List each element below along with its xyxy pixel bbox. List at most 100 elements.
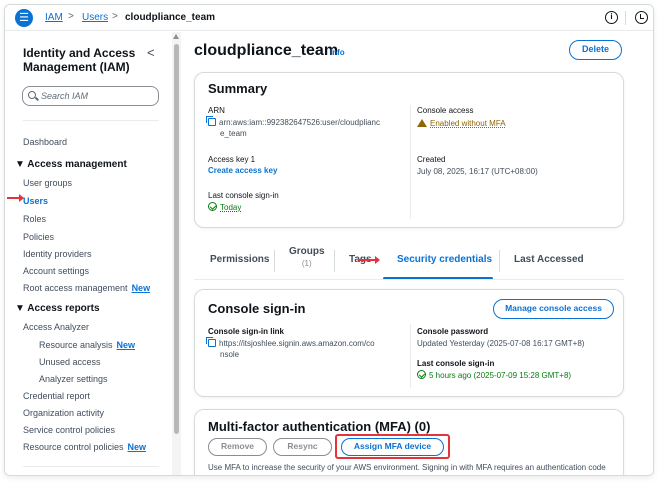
divider [625,11,626,25]
divider [23,466,159,467]
sidebar-item-label: Root access management [23,283,128,293]
sidebar-item-label: Resource control policies [23,442,124,452]
tab-groups-count: (1) [301,259,312,268]
console-password-label: Console password [417,327,489,336]
mfa-heading: Multi-factor authentication (MFA) (0) [208,419,431,434]
main-content: cloudpliance_team Info Delete Summary AR… [183,32,653,475]
breadcrumb-separator: > [112,11,118,22]
summary-panel: Summary ARN arn:aws:iam::992382647526:us… [194,72,624,228]
arn-line1: arn:aws:iam::992382647526:user/cloudplia… [219,118,380,127]
tab-groups-label: Groups [289,246,325,257]
sidebar-title: Identity and Access Management (IAM) [23,46,136,74]
last-signin-value: Today [208,202,241,213]
breadcrumb-users[interactable]: Users [82,12,108,23]
copy-icon[interactable] [206,116,216,126]
search-placeholder: Search IAM [41,91,89,101]
tab-bar: Permissions Groups (1) Tags Security cre… [194,242,624,280]
breadcrumb-iam[interactable]: IAM [45,12,63,23]
tab-groups[interactable]: Groups (1) [289,246,325,268]
remove-button[interactable]: Remove [208,438,267,456]
scrollbar-thumb[interactable] [174,44,179,434]
top-navigation-bar: ☰ IAM > Users > cloudpliance_team i [5,5,653,31]
success-icon [208,202,217,211]
copy-icon[interactable] [206,337,216,347]
info-link[interactable]: Info [330,48,345,57]
console-access-label: Console access [417,106,474,115]
sidebar-item-resource-analysis[interactable]: Resource analysis New [39,340,135,350]
sidebar-item-unused-access[interactable]: Unused access [39,357,101,367]
sidebar-item-label: Resource analysis [39,340,113,350]
tab-permissions[interactable]: Permissions [210,254,269,265]
last-console-signin-label: Last console sign-in [417,359,495,368]
assign-mfa-device-button[interactable]: Assign MFA device [341,438,444,456]
delete-button[interactable]: Delete [569,40,622,60]
last-console-signin-value: 5 hours ago (2025-07-09 15:28 GMT+8) [417,370,571,381]
signin-link-value: https://itsjoshlee.signin.aws.amazon.com… [206,337,408,360]
signin-link-line2: nsole [220,350,240,359]
search-input[interactable]: Search IAM [22,86,159,106]
tab-security-credentials[interactable]: Security credentials [397,254,492,265]
console-password-value: Updated Yesterday (2025-07-08 16:17 GMT+… [417,339,585,348]
info-icon[interactable]: i [605,11,618,24]
last-console-signin-text: 5 hours ago (2025-07-09 15:28 GMT+8) [429,371,572,380]
sidebar-item-user-groups[interactable]: User groups [23,178,72,188]
divider [23,120,159,121]
manage-console-access-button[interactable]: Manage console access [493,299,614,319]
sidebar-item-analyzer-settings[interactable]: Analyzer settings [39,374,108,384]
sidebar-item-credential-report[interactable]: Credential report [23,391,90,401]
menu-icon[interactable]: ☰ [15,9,33,27]
breadcrumb-separator: > [68,11,74,22]
scroll-up-icon[interactable] [173,34,179,39]
page-title: cloudpliance_team [194,42,339,59]
new-badge: New [127,442,147,452]
console-signin-panel: Console sign-in Manage console access Co… [194,289,624,397]
sidebar-item-access-analyzer[interactable]: Access Analyzer [23,322,89,332]
sidebar-item-policies[interactable]: Policies [23,232,54,242]
breadcrumb-current: cloudpliance_team [125,12,216,23]
sidebar-section-access-management[interactable]: ▼ Access management [15,159,127,170]
sidebar-item-root-access-management[interactable]: Root access management New [23,283,150,293]
sidebar-item-service-control-policies[interactable]: Service control policies [23,425,115,435]
sidebar-item-users[interactable]: Users [23,196,48,206]
sidebar-item-resource-control-policies[interactable]: Resource control policies New [23,442,146,452]
create-access-key-link[interactable]: Create access key [208,166,277,175]
signin-link-line1: https://itsjoshlee.signin.aws.amazon.com… [219,339,375,348]
collapse-sidebar-icon[interactable]: < [147,45,155,60]
tab-divider [274,250,275,272]
sidebar-section-access-reports[interactable]: ▼ Access reports [15,303,100,314]
last-signin-label: Last console sign-in [208,191,279,200]
tab-divider [499,250,500,272]
annotation-arrow [7,194,24,202]
last-signin-text: Today [220,203,242,212]
divider [194,279,624,280]
arn-value: arn:aws:iam::992382647526:user/cloudplia… [206,116,408,139]
new-badge: New [116,340,136,350]
arn-label: ARN [208,106,225,115]
sidebar-scrollbar[interactable] [172,32,181,475]
summary-heading: Summary [208,81,268,96]
browser-frame: ☰ IAM > Users > cloudpliance_team i Iden… [4,4,654,476]
sidebar: Identity and Access Management (IAM) < S… [5,32,170,475]
success-icon [417,370,426,379]
mfa-description: Use MFA to increase the security of your… [208,463,606,472]
resync-button[interactable]: Resync [273,438,332,456]
divider [410,324,411,388]
tab-last-accessed[interactable]: Last Accessed [514,254,584,265]
access-key-label: Access key 1 [208,155,256,164]
mfa-panel: Multi-factor authentication (MFA) (0) Re… [194,409,624,475]
sidebar-item-account-settings[interactable]: Account settings [23,266,89,276]
warning-icon [417,119,427,127]
signin-link-label: Console sign-in link [208,327,285,336]
annotation-arrow [358,256,380,264]
clock-icon[interactable] [635,11,648,24]
console-access-text: Enabled without MFA [430,119,506,128]
sidebar-item-organization-activity[interactable]: Organization activity [23,408,104,418]
console-signin-heading: Console sign-in [208,301,306,316]
created-label: Created [417,155,446,164]
divider [410,105,411,219]
sidebar-item-identity-providers[interactable]: Identity providers [23,249,92,259]
sidebar-item-roles[interactable]: Roles [23,214,46,224]
sidebar-item-dashboard[interactable]: Dashboard [23,137,67,147]
tab-divider [334,250,335,272]
search-icon [28,91,36,99]
